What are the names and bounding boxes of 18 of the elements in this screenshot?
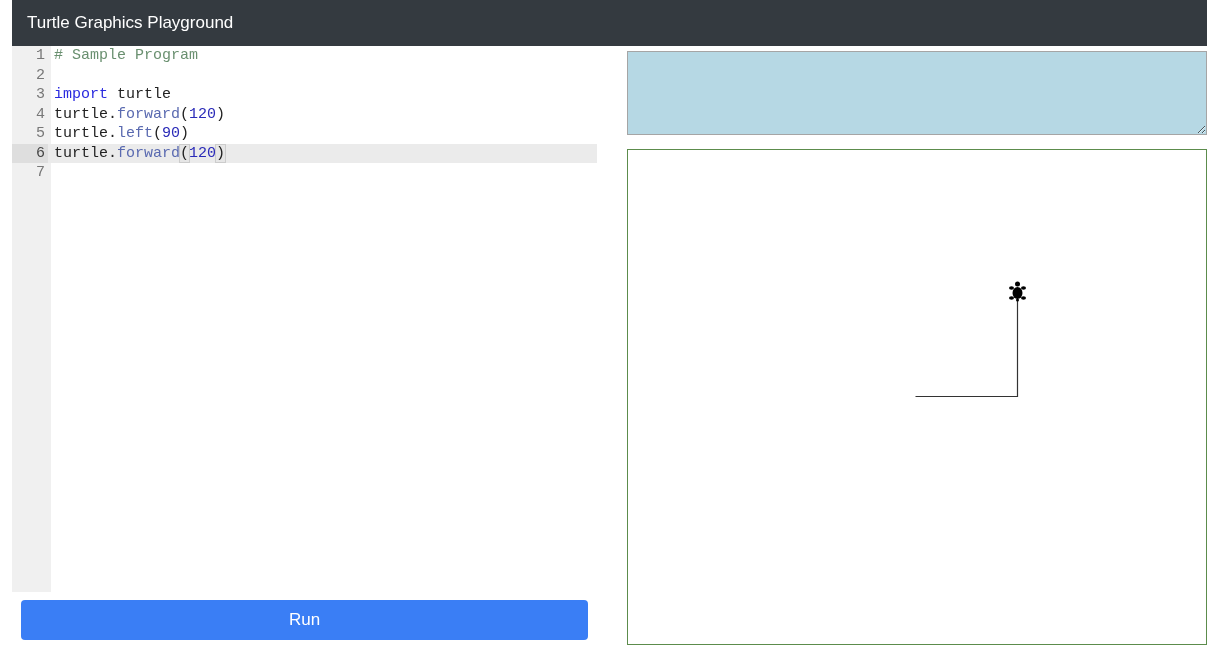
line-number: 3	[35, 85, 46, 105]
output-field[interactable]	[627, 51, 1207, 135]
line-number: 4	[35, 104, 46, 124]
line-number: 2	[35, 65, 46, 85]
code-line[interactable]: 1 # Sample Program	[12, 46, 597, 66]
app-title: Turtle Graphics Playground	[27, 13, 234, 33]
code-line[interactable]: 3 import turtle	[12, 85, 597, 105]
code-line[interactable]: 2	[12, 65, 597, 85]
line-number: 1	[35, 46, 46, 66]
code-line[interactable]: 4 turtle.forward(120)	[12, 104, 597, 124]
line-number: 5	[35, 124, 46, 144]
code-line[interactable]: 7	[12, 163, 597, 183]
turtle-icon	[1009, 281, 1026, 302]
code-editor[interactable]: 1 # Sample Program 2 3 import turtle 4 turtle.forward(120) 5 turtle.left(90) 6 turtle.forward(120) 7	[12, 46, 597, 592]
line-number: 7	[35, 163, 46, 183]
run-button[interactable]: Run	[21, 600, 588, 640]
line-number: 6	[12, 143, 48, 163]
code-line[interactable]: 5 turtle.left(90)	[12, 124, 597, 144]
